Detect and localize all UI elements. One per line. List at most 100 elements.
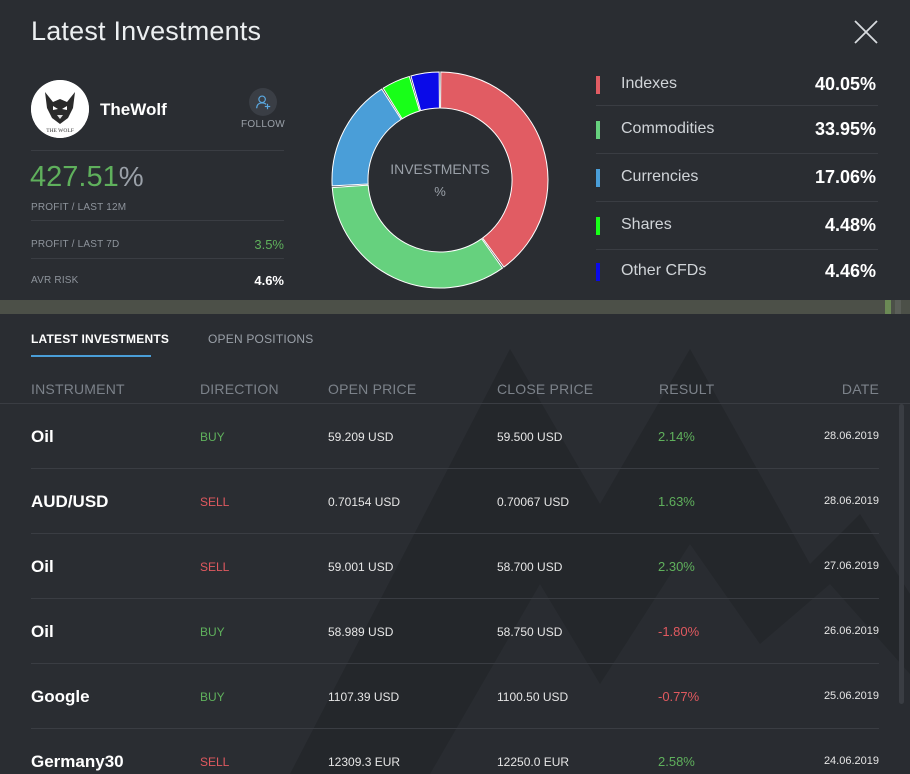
profit-12m-label: PROFIT / LAST 12M xyxy=(31,202,127,213)
legend-label: Shares xyxy=(621,216,672,233)
legend-item-indexes: Indexes 40.05% xyxy=(596,61,878,109)
direction-cell: SELL xyxy=(200,754,230,769)
investments-window: Latest Investments THE WOLF TheWolf FOLL xyxy=(0,0,910,774)
column-header-close-price[interactable]: CLOSE PRICE xyxy=(497,381,593,397)
legend-label: Other CFDs xyxy=(621,262,707,279)
column-header-result[interactable]: RESULT xyxy=(659,381,714,397)
result-cell: 2.14% xyxy=(658,428,695,444)
legend-color-swatch xyxy=(596,169,600,187)
close-price-cell: 58.700 USD xyxy=(497,559,563,574)
instrument-cell: Germany30 xyxy=(31,751,124,771)
follow-button[interactable]: FOLLOW xyxy=(240,88,286,130)
legend-label: Currencies xyxy=(621,168,699,185)
date-cell: 24.06.2019 xyxy=(823,754,879,767)
legend-value: 17.06% xyxy=(814,167,876,187)
instrument-cell: Oil xyxy=(31,621,54,641)
date-cell: 25.06.2019 xyxy=(823,689,879,702)
profit-unit: % xyxy=(118,161,144,192)
instrument-cell: Google xyxy=(31,686,90,706)
legend-color-swatch xyxy=(596,121,600,139)
instrument-cell: Oil xyxy=(31,426,54,446)
legend-item-shares: Shares 4.48% xyxy=(596,202,878,250)
legend-value: 4.48% xyxy=(824,215,876,235)
direction-cell: SELL xyxy=(200,494,230,509)
date-cell: 28.06.2019 xyxy=(823,494,879,507)
legend-value: 4.46% xyxy=(824,261,876,281)
open-price-cell: 59.001 USD xyxy=(328,559,394,574)
profit-7d-value: 3.5% xyxy=(254,237,284,252)
close-price-cell: 1100.50 USD xyxy=(497,689,569,704)
legend-item-currencies: Currencies 17.06% xyxy=(596,154,878,202)
legend-color-swatch xyxy=(596,76,600,94)
profit-7d-label: PROFIT / LAST 7D xyxy=(31,239,120,250)
instrument-cell: AUD/USD xyxy=(31,491,109,511)
trader-name[interactable]: TheWolf xyxy=(100,100,167,120)
direction-cell: BUY xyxy=(200,624,225,639)
legend-item-other-cfds: Other CFDs 4.46% xyxy=(596,248,878,296)
active-tab-indicator xyxy=(31,355,151,357)
open-price-cell: 0.70154 USD xyxy=(328,494,401,509)
divider xyxy=(31,220,284,221)
open-price-cell: 58.989 USD xyxy=(328,624,394,639)
band-marker xyxy=(895,300,901,314)
close-price-cell: 59.500 USD xyxy=(497,429,563,444)
tab-latest-investments[interactable]: LATEST INVESTMENTS xyxy=(31,332,169,346)
band-marker xyxy=(885,300,891,314)
result-cell: 2.30% xyxy=(658,558,695,574)
instrument-cell: Oil xyxy=(31,556,54,576)
direction-cell: BUY xyxy=(200,429,225,444)
follow-label: FOLLOW xyxy=(240,119,286,130)
tab-open-positions[interactable]: OPEN POSITIONS xyxy=(208,332,314,346)
donut-center-unit: % xyxy=(434,184,446,199)
table-row[interactable]: Oil SELL 59.001 USD 58.700 USD 2.30% 27.… xyxy=(0,534,910,599)
close-price-cell: 0.70067 USD xyxy=(497,494,570,509)
section-band xyxy=(0,300,910,314)
divider xyxy=(31,258,284,259)
close-price-cell: 58.750 USD xyxy=(497,624,563,639)
investments-donut-chart xyxy=(331,71,549,289)
donut-center-label: INVESTMENTS xyxy=(390,161,490,177)
table-row[interactable]: Oil BUY 59.209 USD 59.500 USD 2.14% 28.0… xyxy=(0,404,910,469)
column-header-date[interactable]: DATE xyxy=(842,381,879,397)
direction-cell: SELL xyxy=(200,559,230,574)
result-cell: -0.77% xyxy=(658,688,700,704)
legend-item-commodities: Commodities 33.95% xyxy=(596,106,878,154)
open-price-cell: 59.209 USD xyxy=(328,429,394,444)
column-header-direction[interactable]: DIRECTION xyxy=(200,381,279,397)
window-title: Latest Investments xyxy=(31,16,262,46)
table-row[interactable]: Google BUY 1107.39 USD 1100.50 USD -0.77… xyxy=(0,664,910,729)
close-button[interactable] xyxy=(852,18,880,46)
date-cell: 26.06.2019 xyxy=(823,624,879,637)
avr-risk-label: AVR RISK xyxy=(31,275,79,286)
divider xyxy=(31,150,284,151)
result-cell: 2.58% xyxy=(658,753,695,769)
table-row[interactable]: AUD/USD SELL 0.70154 USD 0.70067 USD 1.6… xyxy=(0,469,910,534)
table-row[interactable]: Oil BUY 58.989 USD 58.750 USD -1.80% 26.… xyxy=(0,599,910,664)
close-price-cell: 12250.0 EUR xyxy=(497,754,570,769)
result-cell: -1.80% xyxy=(658,623,700,639)
add-user-icon xyxy=(249,88,277,116)
profit-number: 427.51 xyxy=(30,161,119,193)
avatar[interactable]: THE WOLF xyxy=(31,80,89,138)
svg-text:THE WOLF: THE WOLF xyxy=(46,128,74,134)
result-cell: 1.63% xyxy=(658,493,695,509)
legend-color-swatch xyxy=(596,263,600,281)
date-cell: 28.06.2019 xyxy=(823,429,879,442)
open-price-cell: 1107.39 USD xyxy=(328,689,400,704)
column-header-open-price[interactable]: OPEN PRICE xyxy=(328,381,416,397)
legend-value: 40.05% xyxy=(814,74,876,94)
table-row[interactable]: Germany30 SELL 12309.3 EUR 12250.0 EUR 2… xyxy=(0,729,910,774)
direction-cell: BUY xyxy=(200,689,225,704)
close-icon xyxy=(854,20,878,44)
avr-risk-value: 4.6% xyxy=(254,273,284,288)
table-scrollbar[interactable] xyxy=(899,404,904,704)
open-price-cell: 12309.3 EUR xyxy=(328,754,401,769)
column-header-instrument[interactable]: INSTRUMENT xyxy=(31,381,125,397)
profit-12m-value: 427.51% xyxy=(30,161,144,194)
wolf-logo-icon: THE WOLF xyxy=(31,80,89,138)
legend-value: 33.95% xyxy=(814,119,876,139)
date-cell: 27.06.2019 xyxy=(823,559,879,572)
donut-slice-commodities[interactable] xyxy=(331,184,504,289)
legend-label: Indexes xyxy=(621,75,678,92)
legend-color-swatch xyxy=(596,217,600,235)
